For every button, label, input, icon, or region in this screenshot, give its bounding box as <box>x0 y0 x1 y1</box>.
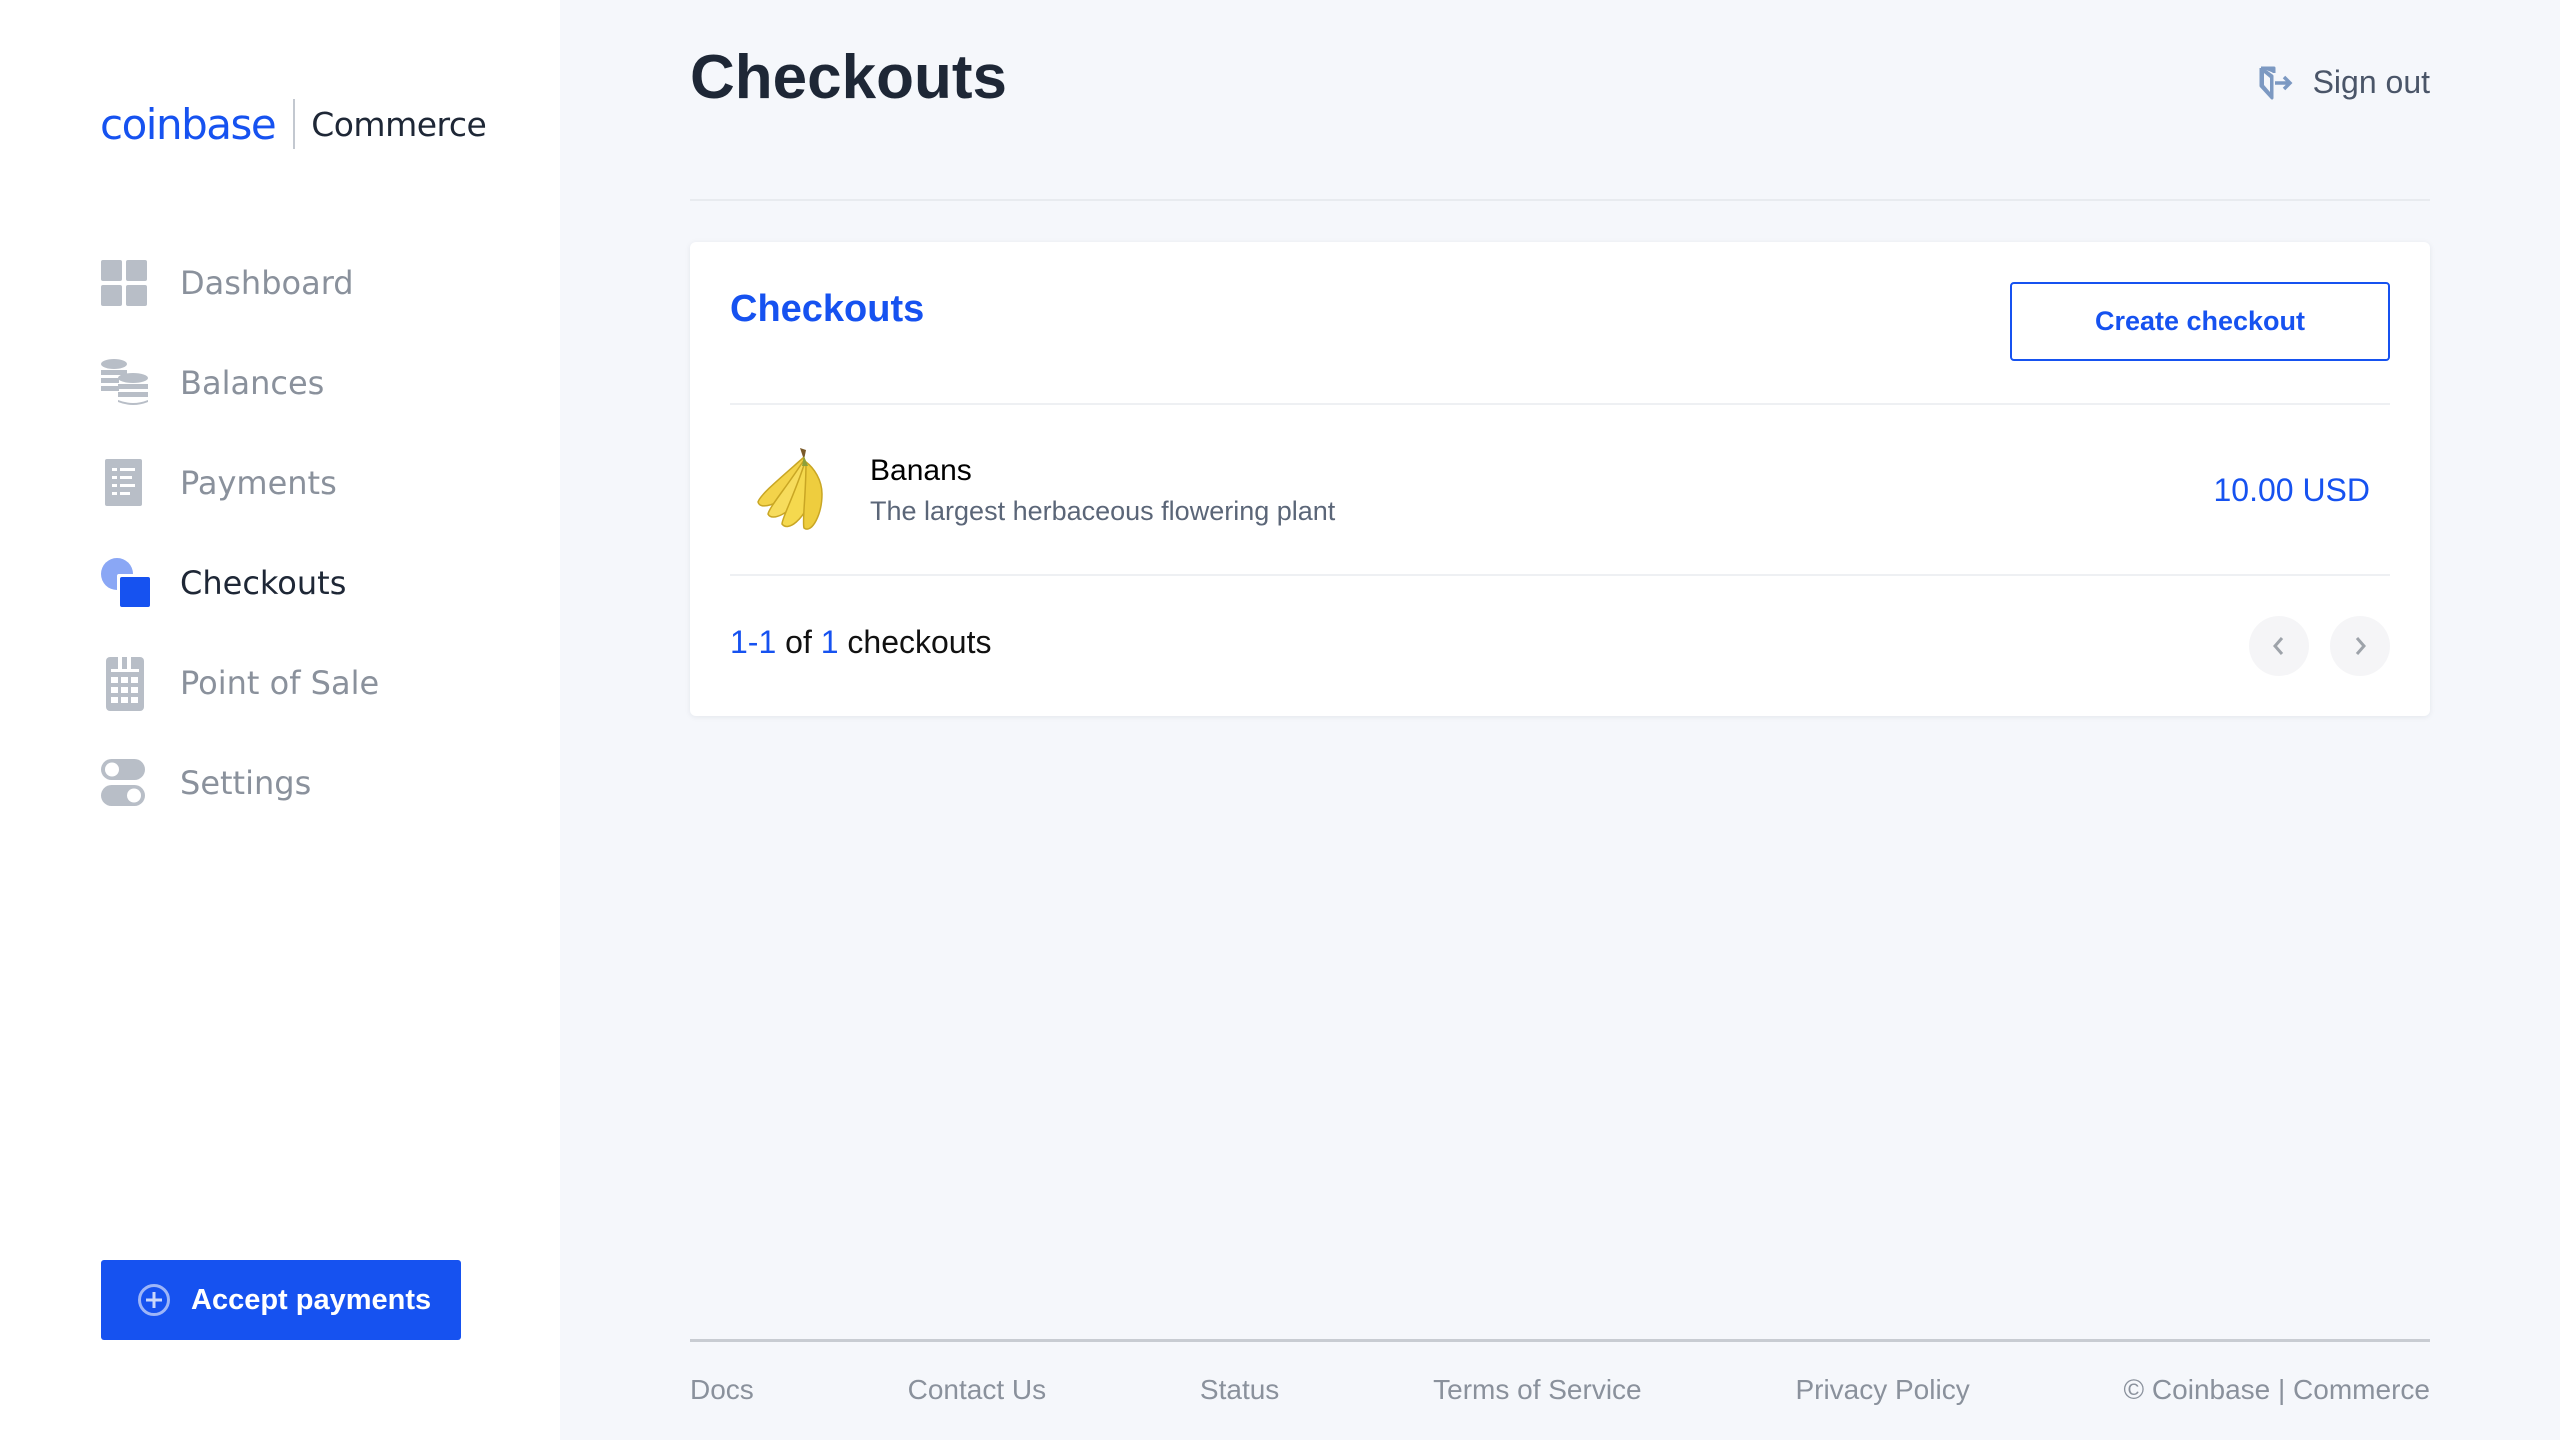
sign-out-icon <box>2259 66 2293 100</box>
checkouts-shapes-icon <box>100 553 160 613</box>
footer-link-contact-us[interactable]: Contact Us <box>908 1374 1047 1406</box>
page-title: Checkouts <box>690 43 1007 112</box>
card-title: Checkouts <box>730 288 925 330</box>
sign-out-label: Sign out <box>2312 64 2430 100</box>
sidebar-item-balances[interactable]: Balances <box>100 350 379 416</box>
sidebar-item-payments[interactable]: Payments <box>100 450 379 516</box>
pagination-of: of <box>785 624 812 660</box>
pagination-total: 1 <box>820 624 839 660</box>
footer-link-docs[interactable]: Docs <box>690 1374 754 1406</box>
sign-out-button[interactable]: Sign out <box>2259 64 2430 101</box>
next-page-button[interactable] <box>2330 616 2390 676</box>
sidebar-item-label: Point of Sale <box>180 664 380 702</box>
checkout-description: The largest herbaceous flowering plant <box>870 495 1336 526</box>
toggle-switches-icon <box>100 753 160 813</box>
logo-divider <box>293 99 296 149</box>
checkout-price: 10.00 USD <box>2213 471 2370 508</box>
banana-image <box>748 440 848 540</box>
logo-product: Commerce <box>311 104 487 144</box>
checkout-row[interactable]: Banans The largest herbaceous flowering … <box>730 405 2390 575</box>
checkout-name: Banans <box>870 453 972 487</box>
sidebar-item-label: Payments <box>180 464 337 502</box>
footer-divider <box>690 1339 2430 1342</box>
pagination-range: 1-1 <box>730 624 777 660</box>
previous-page-button[interactable] <box>2249 616 2309 676</box>
plus-circle-icon <box>137 1283 171 1317</box>
sidebar-item-label: Balances <box>180 364 325 402</box>
footer-link-terms-of-service[interactable]: Terms of Service <box>1433 1374 1642 1406</box>
accept-payments-label: Accept payments <box>191 1283 432 1316</box>
sidebar-item-label: Checkouts <box>180 564 347 602</box>
logo-brand: coinbase <box>100 99 277 149</box>
sidebar-item-checkouts[interactable]: Checkouts <box>100 550 379 616</box>
pos-terminal-icon <box>100 653 160 713</box>
checkout-info: Banans The largest herbaceous flowering … <box>870 454 1335 527</box>
sidebar-nav: Dashboard Balances Payments Checkouts Po… <box>100 250 379 850</box>
sidebar-item-label: Settings <box>180 764 312 802</box>
header-divider <box>690 199 2430 201</box>
footer-link-status[interactable]: Status <box>1200 1374 1279 1406</box>
create-checkout-button[interactable]: Create checkout <box>2010 282 2390 361</box>
footer: Docs Contact Us Status Terms of Service … <box>690 1374 2430 1406</box>
accept-payments-button[interactable]: Accept payments <box>101 1260 461 1340</box>
pagination-summary: 1-1 of 1 checkouts <box>730 624 991 661</box>
card-divider <box>730 574 2390 576</box>
sidebar-item-settings[interactable]: Settings <box>100 750 379 816</box>
sidebar: coinbase Commerce Dashboard Balances Pay… <box>0 0 560 1440</box>
dashboard-grid-icon <box>100 253 160 313</box>
chevron-left-icon <box>2273 637 2284 655</box>
coins-stack-icon <box>100 353 160 413</box>
sidebar-item-point-of-sale[interactable]: Point of Sale <box>100 650 379 716</box>
sidebar-item-label: Dashboard <box>180 264 354 302</box>
chevron-right-icon <box>2355 637 2366 655</box>
receipt-list-icon <box>100 453 160 513</box>
checkouts-card: Checkouts Create checkout Banans The lar… <box>690 242 2430 716</box>
footer-link-privacy-policy[interactable]: Privacy Policy <box>1795 1374 1969 1406</box>
pagination-suffix: checkouts <box>847 624 992 660</box>
logo[interactable]: coinbase Commerce <box>100 96 487 152</box>
sidebar-item-dashboard[interactable]: Dashboard <box>100 250 379 316</box>
footer-copyright: © Coinbase | Commerce <box>2123 1374 2430 1405</box>
